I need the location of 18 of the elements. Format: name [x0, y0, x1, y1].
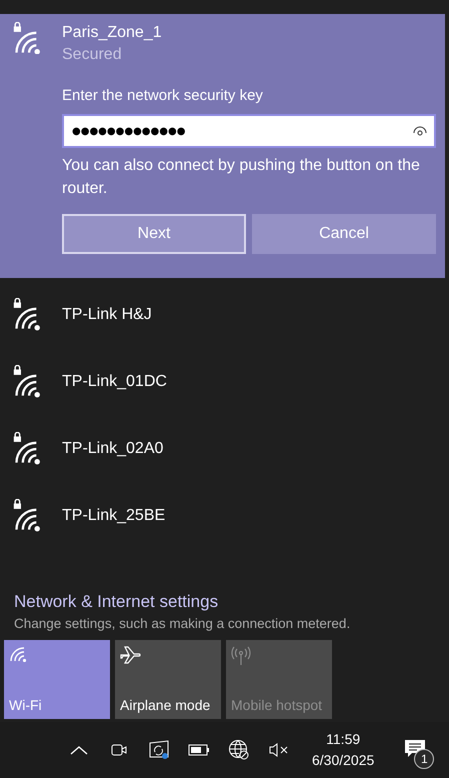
key-prompt: Enter the network security key — [62, 86, 264, 106]
hotspot-icon — [231, 646, 251, 666]
network-list-item[interactable]: TP-Link_25BE — [62, 506, 166, 524]
wifi-icon — [9, 646, 27, 662]
network-list-item[interactable]: TP-Link H&J — [62, 306, 152, 324]
network-settings-link[interactable]: Network & Internet settings — [14, 592, 449, 612]
network-list-item[interactable]: TP-Link_01DC — [62, 372, 167, 390]
wps-hint: You can also connect by pushing the button on the router. — [62, 156, 421, 199]
network-list-item[interactable]: TP-Link_02A0 — [62, 440, 164, 458]
clock[interactable]: 11:59 6/30/2025 — [306, 729, 380, 771]
settings-description: Change settings, such as making a connection metered. — [14, 616, 352, 631]
network-name: Paris_Zone_1 — [62, 23, 163, 43]
notification-count: 1 — [414, 749, 434, 769]
airplane-icon — [120, 646, 142, 664]
security-key-field[interactable]: ●●●●●●●●●●●●● — [62, 114, 436, 148]
quick-action-tile[interactable]: Airplane mode — [115, 640, 221, 719]
show-password-icon[interactable] — [413, 126, 427, 136]
network-status: Secured — [62, 45, 123, 65]
